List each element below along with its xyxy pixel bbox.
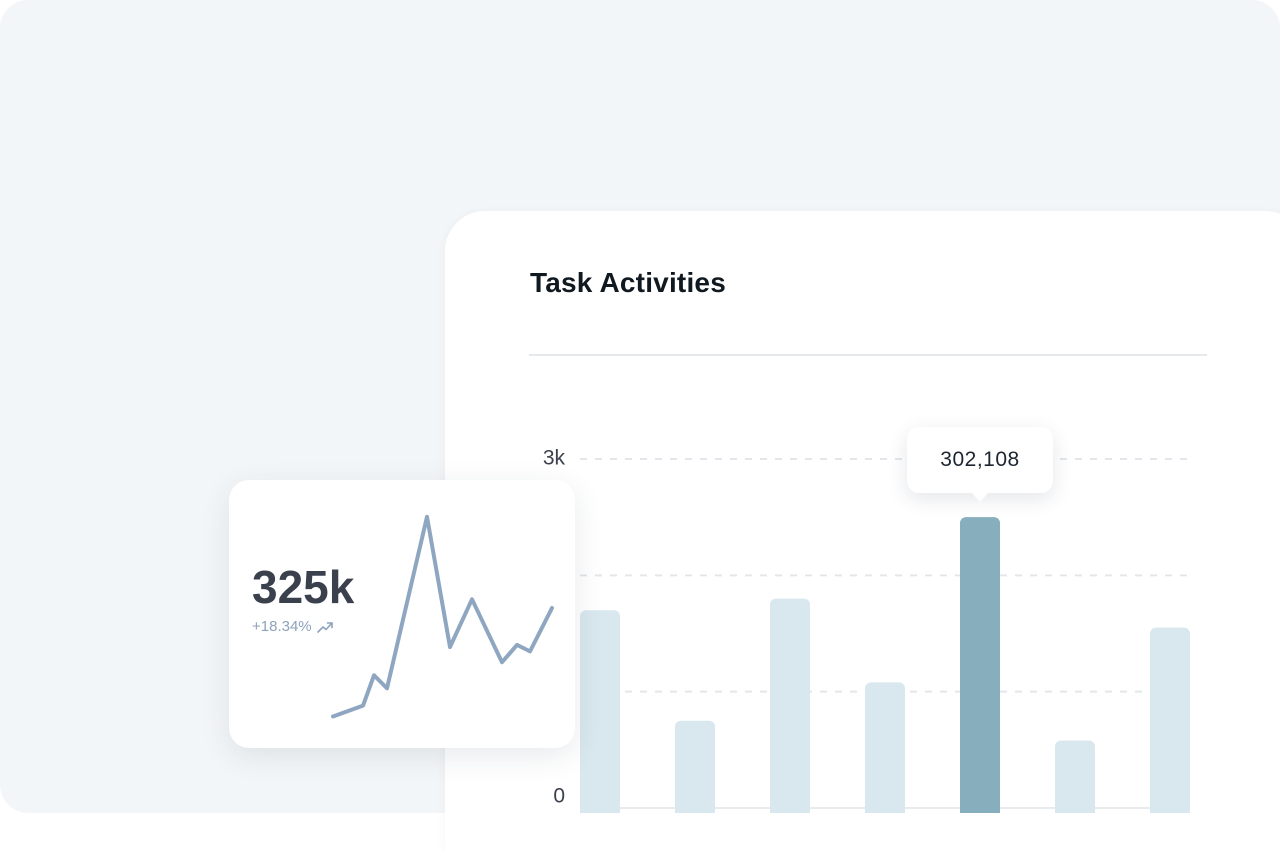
bar[interactable] [770,598,810,813]
stat-card: 325k +18.34% [229,480,575,748]
bar-tooltip: 302,108 [907,427,1053,502]
stat-change-text: +18.34% [252,618,312,635]
sparkline-chart [331,514,554,719]
bar-highlighted[interactable] [960,517,1000,813]
y-tick-label: 0 [553,785,565,808]
stat-value: 325k [252,561,355,613]
bar[interactable] [675,720,715,813]
bar[interactable] [580,610,620,813]
bar[interactable] [1055,740,1095,813]
bar[interactable] [1150,627,1190,813]
y-tick-label: 3k [543,447,566,470]
sparkline-line [331,514,554,719]
trend-up-icon [316,621,333,633]
stat-change: +18.34% [252,618,334,635]
bar[interactable] [865,682,905,813]
tooltip-value: 302,108 [940,448,1020,471]
